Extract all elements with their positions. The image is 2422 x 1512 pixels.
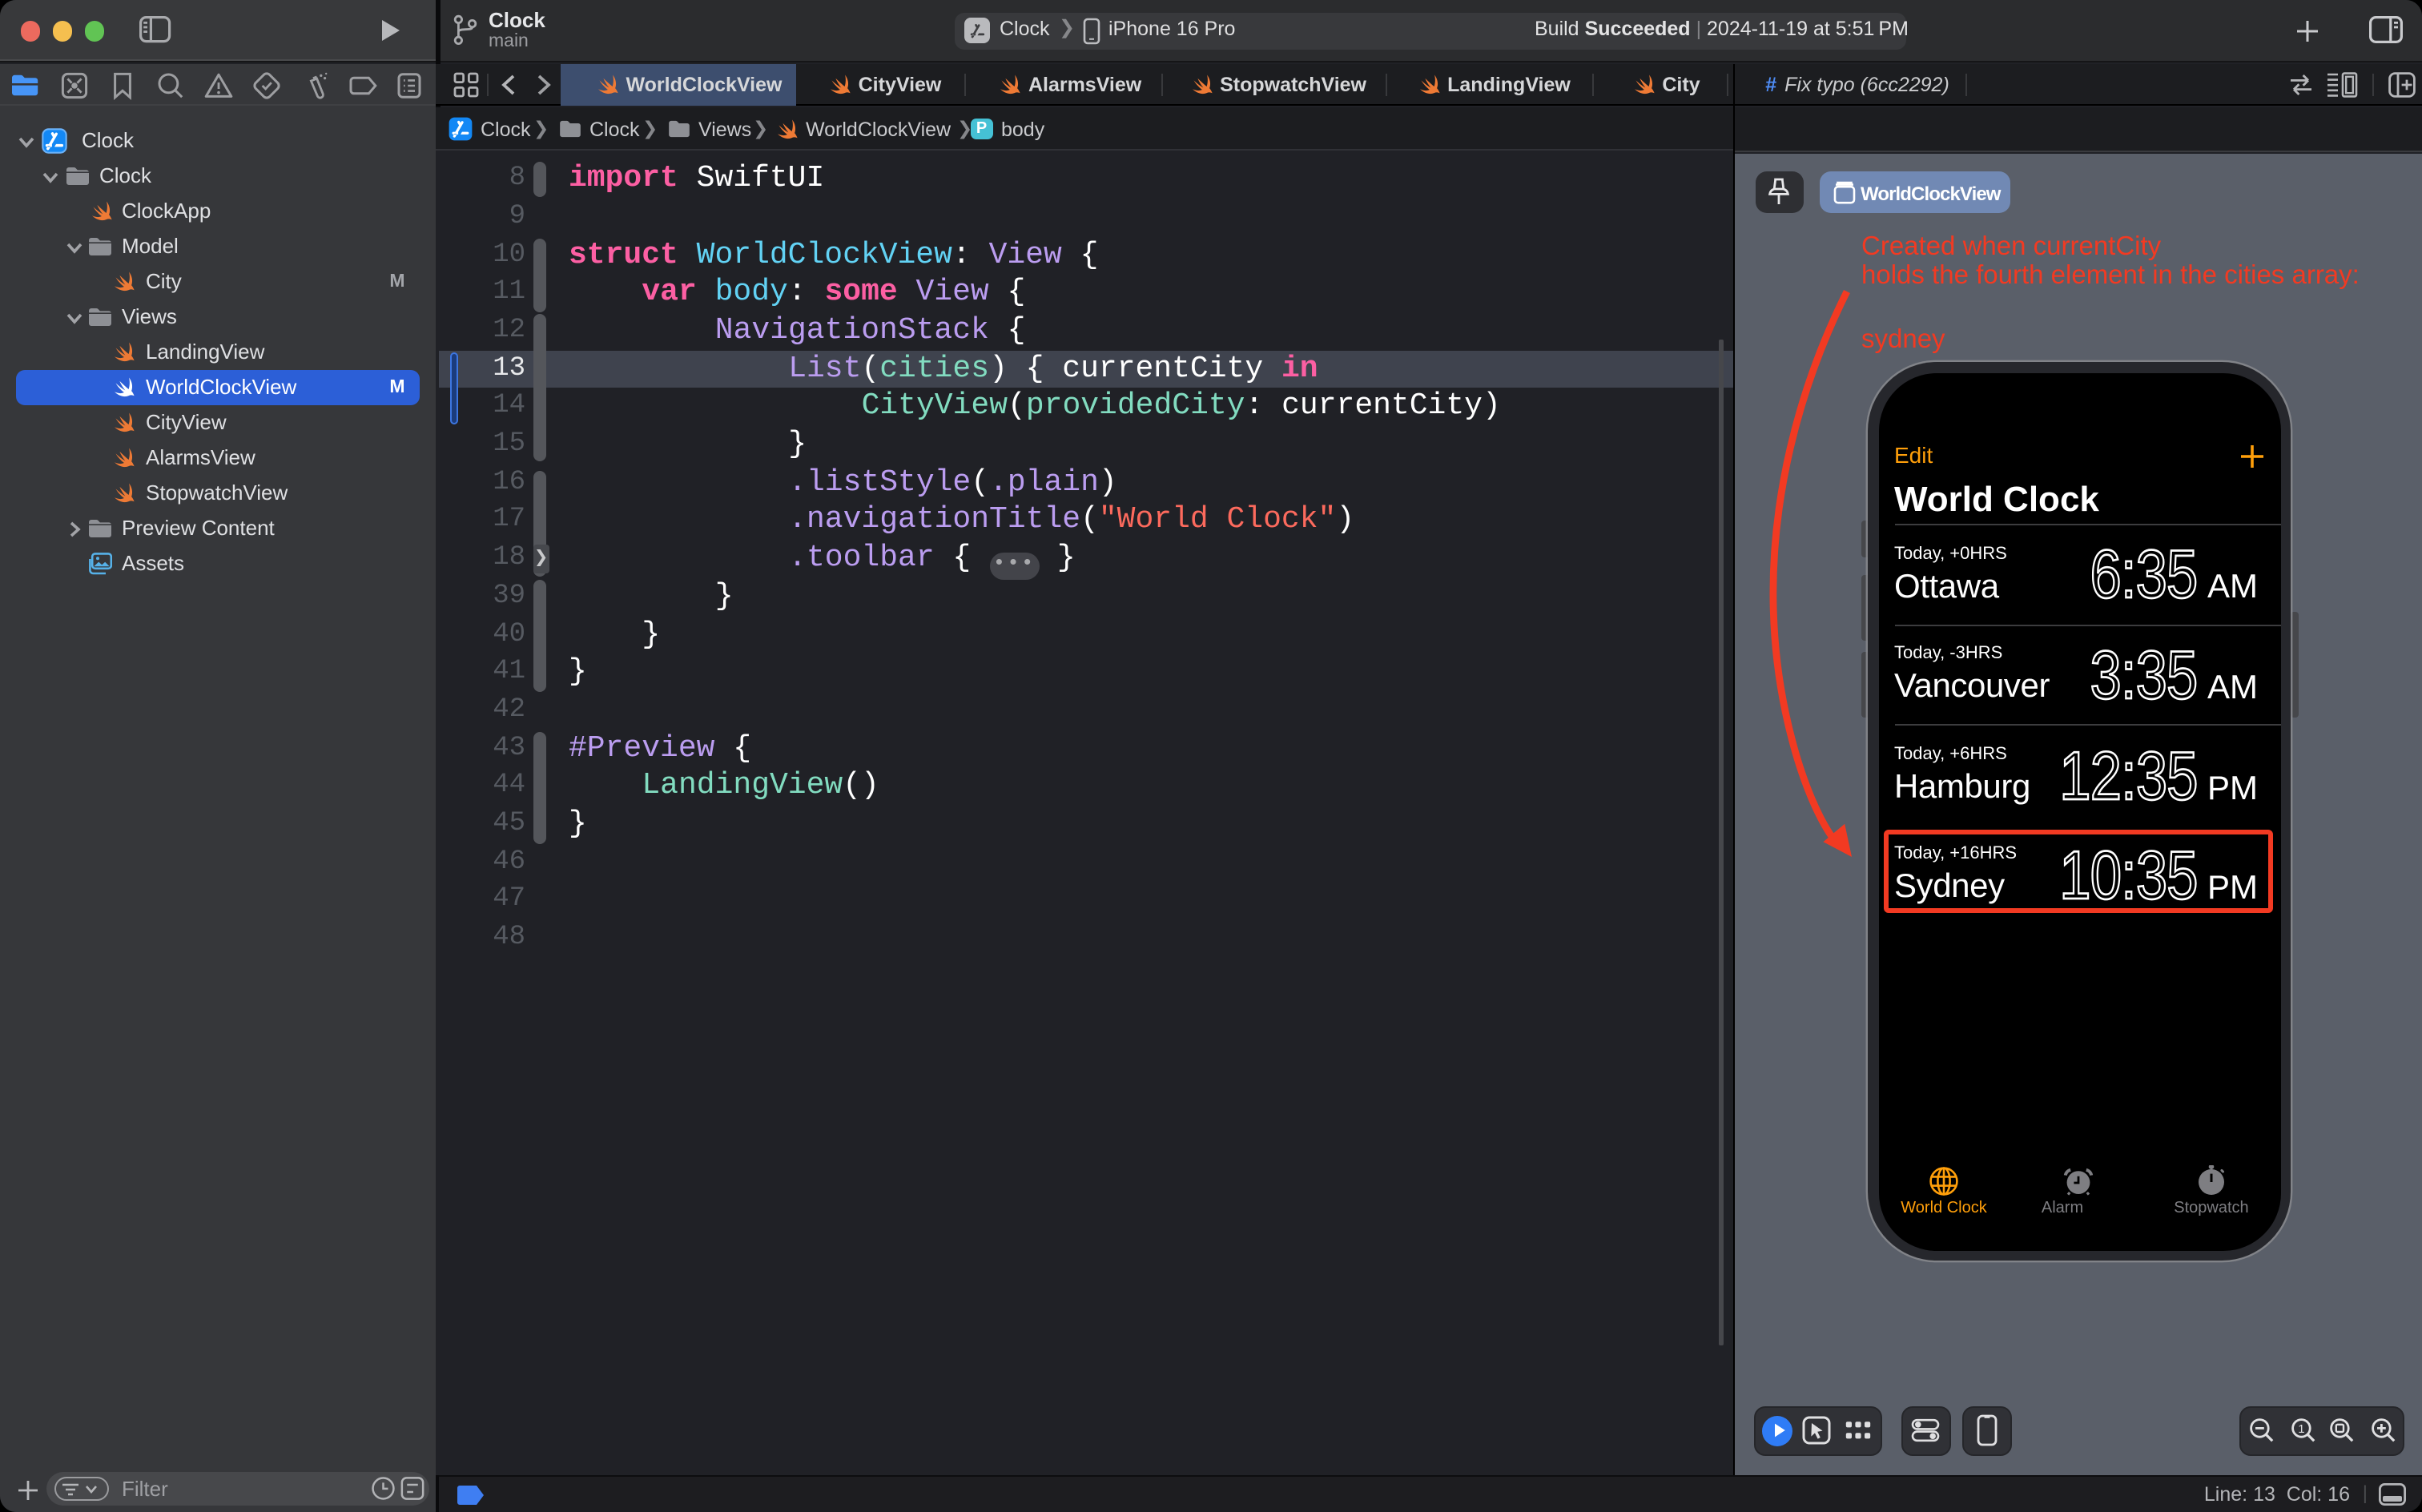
svg-text:1: 1 [2297,1422,2303,1436]
